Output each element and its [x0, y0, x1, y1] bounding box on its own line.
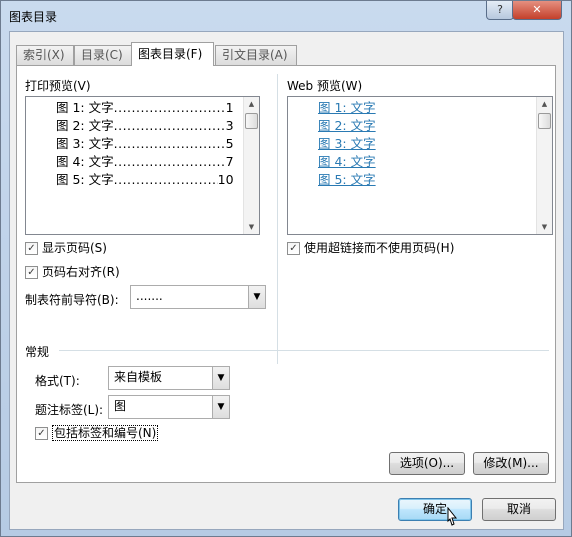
tab-table-of-figures[interactable]: 图表目录(F): [131, 42, 214, 66]
modify-button[interactable]: 修改(M)...: [473, 452, 549, 475]
column-divider: [277, 74, 278, 364]
close-button[interactable]: ✕: [512, 1, 562, 20]
dialog-client: 索引(X) 目录(C) 图表目录(F) 引文目录(A) 打印预览(V) 图 1:…: [9, 31, 564, 530]
checkbox-icon[interactable]: ✓: [25, 266, 38, 279]
print-preview-entry: 图 2: 文字.................................…: [56, 118, 234, 133]
cancel-button[interactable]: 取消: [482, 498, 556, 521]
tab-toc[interactable]: 目录(C): [74, 45, 132, 65]
scroll-up-icon[interactable]: ▲: [537, 97, 552, 111]
tab-index[interactable]: 索引(X): [16, 45, 74, 65]
caption-label-label: 题注标签(L):: [35, 403, 104, 417]
chevron-down-icon[interactable]: ▼: [248, 286, 265, 308]
chevron-down-icon[interactable]: ▼: [212, 367, 229, 389]
general-group-label: 常规: [25, 345, 50, 359]
scroll-thumb[interactable]: [245, 113, 258, 129]
web-preview-scrollbar[interactable]: ▲ ▼: [536, 97, 552, 234]
chevron-down-icon[interactable]: ▼: [212, 396, 229, 418]
tab-leader-value: .......: [136, 289, 163, 303]
options-button[interactable]: 选项(O)...: [389, 452, 465, 475]
checkbox-icon[interactable]: ✓: [25, 242, 38, 255]
print-preview-label: 打印预览(V): [25, 79, 91, 93]
checkbox-icon[interactable]: ✓: [35, 427, 48, 440]
tab-leader-label: 制表符前导符(B):: [25, 293, 119, 307]
web-preview-label: Web 预览(W): [287, 79, 363, 93]
print-preview-entry: 图 3: 文字.................................…: [56, 136, 234, 151]
web-preview-link[interactable]: 图 1: 文字: [318, 99, 376, 117]
help-button[interactable]: ?: [486, 1, 514, 20]
tab-page: 打印预览(V) 图 1: 文字.........................…: [16, 65, 556, 483]
window-title: 图表目录: [9, 10, 58, 24]
dialog-window: 图表目录 ? ✕ 索引(X) 目录(C) 图表目录(F) 引文目录(A) 打印预…: [0, 0, 572, 537]
format-select[interactable]: 来自模板 ▼: [108, 366, 230, 390]
mouse-cursor-icon: [447, 507, 458, 526]
web-preview-link[interactable]: 图 5: 文字: [318, 171, 376, 189]
tab-leader-select[interactable]: ....... ▼: [130, 285, 266, 309]
caption-label-select[interactable]: 图 ▼: [108, 395, 230, 419]
format-label: 格式(T):: [35, 374, 80, 388]
print-preview-entry: 图 4: 文字.................................…: [56, 154, 234, 169]
scroll-down-icon[interactable]: ▼: [537, 220, 552, 234]
title-bar: 图表目录 ? ✕: [1, 1, 571, 29]
ok-button[interactable]: 确定: [398, 498, 472, 521]
checkbox-icon[interactable]: ✓: [287, 242, 300, 255]
caption-label-value: 图: [114, 399, 127, 413]
tab-table-of-authorities[interactable]: 引文目录(A): [215, 45, 297, 65]
print-preview-box[interactable]: 图 1: 文字.................................…: [25, 96, 260, 235]
web-preview-link[interactable]: 图 4: 文字: [318, 153, 376, 171]
print-preview-entry: 图 5: 文字.................................…: [56, 172, 234, 187]
web-preview-link[interactable]: 图 3: 文字: [318, 135, 376, 153]
print-preview-scrollbar[interactable]: ▲ ▼: [243, 97, 259, 234]
web-preview-box[interactable]: 图 1: 文字 图 2: 文字 图 3: 文字 图 4: 文字 图 5: 文字 …: [287, 96, 553, 235]
scroll-up-icon[interactable]: ▲: [244, 97, 259, 111]
scroll-down-icon[interactable]: ▼: [244, 220, 259, 234]
web-preview-link[interactable]: 图 2: 文字: [318, 117, 376, 135]
general-group-line: [59, 350, 549, 351]
print-preview-entry: 图 1: 文字.................................…: [56, 100, 234, 115]
format-value: 来自模板: [114, 370, 163, 384]
scroll-thumb[interactable]: [538, 113, 551, 129]
